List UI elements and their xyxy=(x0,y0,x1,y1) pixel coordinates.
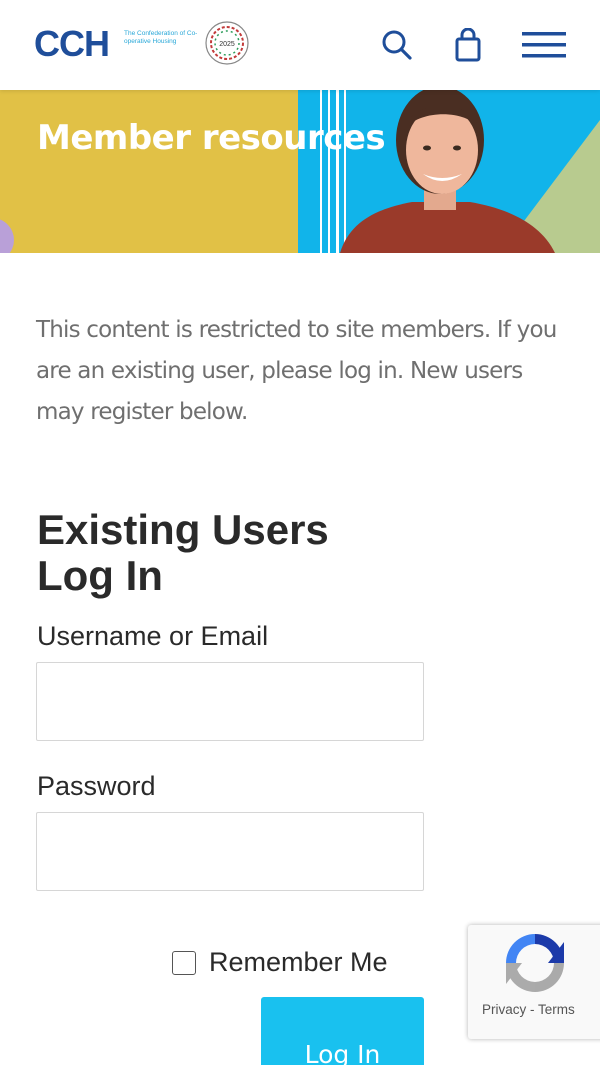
restricted-content-notice: This content is restricted to site membe… xyxy=(36,317,557,425)
cart-button[interactable] xyxy=(448,24,488,66)
recaptcha-privacy-terms-links[interactable]: Privacy - Terms xyxy=(482,1002,575,1017)
search-icon xyxy=(382,30,412,60)
site-header: CCH The Confederation of Co-operative Ho… xyxy=(0,0,600,90)
search-button[interactable] xyxy=(376,24,418,66)
hero-background-image xyxy=(0,90,600,253)
username-input[interactable] xyxy=(36,662,424,741)
remember-me-checkbox[interactable] xyxy=(172,950,196,975)
recaptcha-badge[interactable]: Privacy - Terms xyxy=(468,925,600,1039)
remember-me-row[interactable]: Remember Me xyxy=(172,947,388,978)
remember-me-label: Remember Me xyxy=(209,947,388,977)
recaptcha-icon xyxy=(506,934,564,992)
page-title: Member resources xyxy=(37,118,386,158)
login-heading: Existing Users Log In xyxy=(37,506,329,599)
hamburger-menu-icon xyxy=(522,32,566,58)
seal-year: 2025 xyxy=(219,41,235,48)
anniversary-seal-icon: 2025 xyxy=(205,21,249,65)
menu-button[interactable] xyxy=(518,24,570,66)
hero-banner: Member resources xyxy=(0,90,600,253)
username-label: Username or Email xyxy=(37,621,269,651)
password-input[interactable] xyxy=(36,812,424,891)
site-logo[interactable]: CCH The Confederation of Co-operative Ho… xyxy=(34,20,254,72)
shopping-bag-icon xyxy=(455,28,481,62)
login-button[interactable]: Log In xyxy=(261,997,424,1065)
password-label: Password xyxy=(37,771,156,801)
logo-wordmark: CCH xyxy=(34,23,110,64)
logo-subtitle: The Confederation of Co-operative Housin… xyxy=(124,30,198,45)
